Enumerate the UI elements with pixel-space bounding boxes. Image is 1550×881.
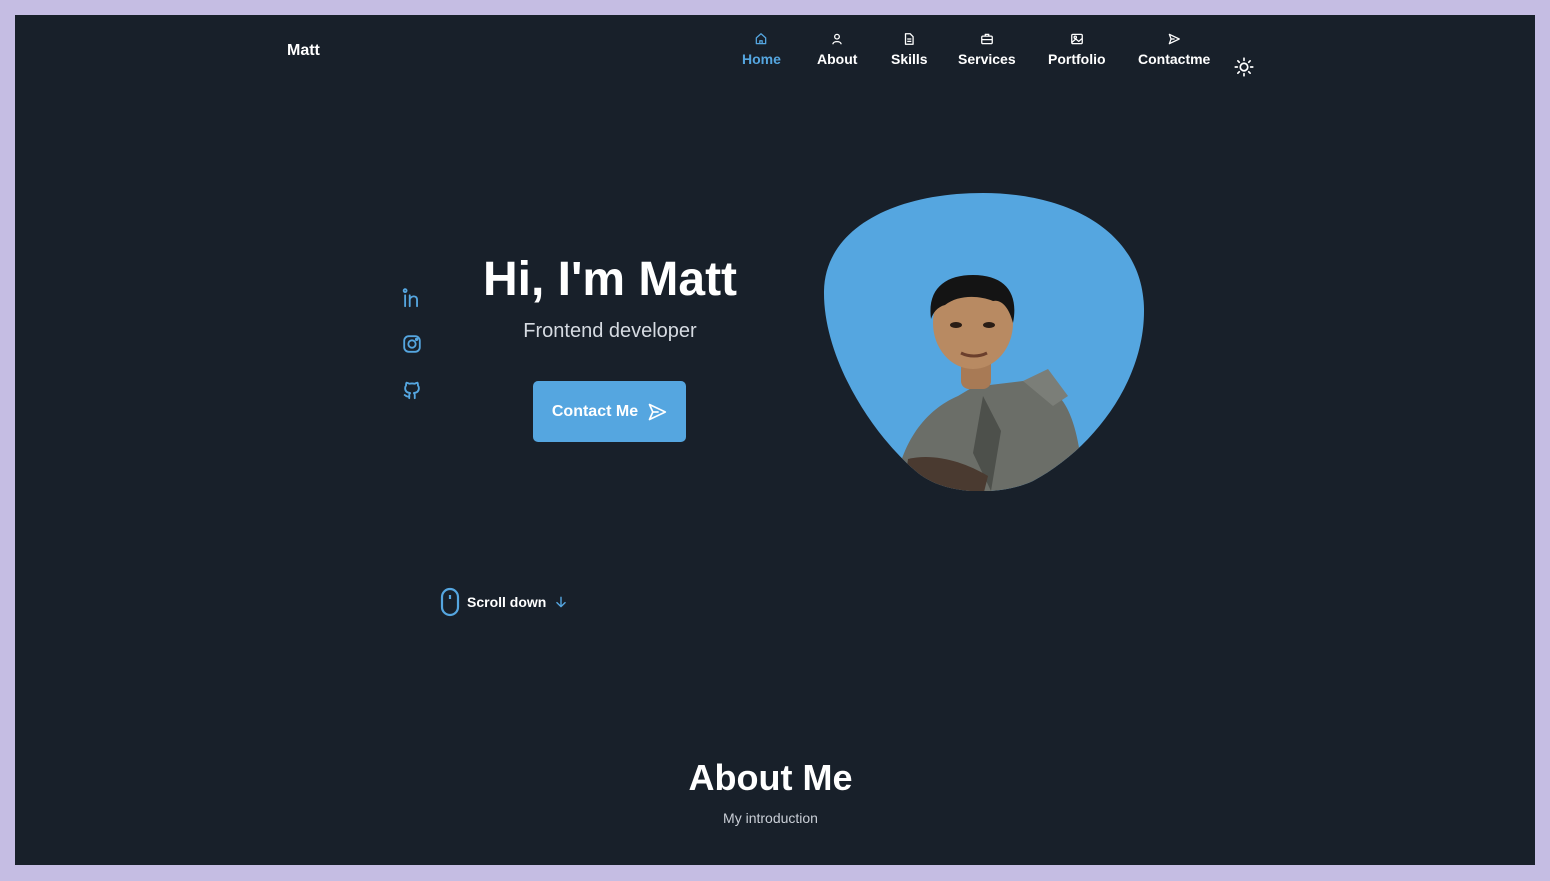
arrow-down-icon <box>556 596 567 608</box>
instagram-icon[interactable] <box>401 333 423 355</box>
contact-me-button[interactable]: Contact Me <box>533 381 686 442</box>
image-icon <box>1070 33 1083 45</box>
linkedin-icon[interactable] <box>401 287 423 309</box>
github-icon[interactable] <box>401 379 423 401</box>
nav-skills[interactable]: Skills <box>891 32 928 67</box>
nav-services[interactable]: Services <box>958 32 1016 67</box>
nav-contactme[interactable]: Contactme <box>1138 32 1210 67</box>
user-icon <box>832 33 842 45</box>
profile-photo <box>823 191 1145 492</box>
hero-title: Hi, I'm Matt <box>482 253 738 306</box>
nav-home-label: Home <box>742 51 781 67</box>
home-icon <box>756 33 767 45</box>
briefcase-icon <box>980 33 993 45</box>
file-icon <box>905 33 915 45</box>
nav-services-label: Services <box>958 51 1016 67</box>
nav-about[interactable]: About <box>817 32 857 67</box>
nav-home[interactable]: Home <box>742 32 781 67</box>
contact-me-label: Contact Me <box>551 402 639 420</box>
about-section-subtitle: My introduction <box>723 810 818 826</box>
send-icon <box>1168 33 1181 45</box>
scroll-down-link[interactable]: Scroll down <box>439 587 568 617</box>
nav-skills-label: Skills <box>891 51 928 67</box>
send-icon <box>648 403 667 420</box>
sun-icon[interactable] <box>1234 57 1254 77</box>
nav-portfolio[interactable]: Portfolio <box>1048 32 1106 67</box>
scroll-down-label: Scroll down <box>467 594 547 610</box>
nav-contactme-label: Contactme <box>1138 51 1211 67</box>
page: Matt Home About Skills Services Portfoli… <box>15 15 1535 865</box>
main-nav: Home About Skills Services Portfolio Con… <box>15 32 1535 92</box>
about-section-title: About Me <box>688 757 853 798</box>
nav-about-label: About <box>817 51 858 67</box>
hero-subtitle: Frontend developer <box>523 320 697 342</box>
mouse-icon <box>440 587 460 617</box>
social-links <box>401 287 423 425</box>
nav-portfolio-label: Portfolio <box>1048 51 1106 67</box>
